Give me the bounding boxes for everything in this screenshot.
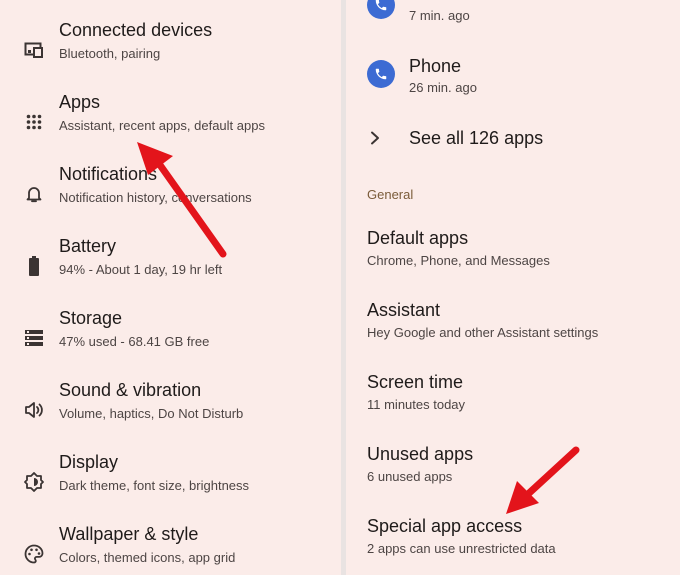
settings-item-subtitle: 94% - About 1 day, 19 hr left [59, 262, 223, 277]
settings-item-title: Wallpaper & style [59, 524, 199, 544]
settings-item-subtitle: 6 unused apps [367, 469, 453, 484]
settings-item-special-app-access[interactable]: Special app access 2 apps can use unrest… [346, 510, 680, 575]
settings-item-sound[interactable]: Sound & vibration Volume, haptics, Do No… [0, 374, 341, 446]
battery-icon [22, 254, 46, 278]
settings-item-subtitle: Colors, themed icons, app grid [59, 550, 236, 565]
settings-item-title: Screen time [367, 372, 464, 392]
settings-item-title: Unused apps [367, 444, 474, 464]
settings-item-title: Notifications [59, 164, 158, 184]
see-all-apps-label: See all 126 apps [409, 128, 544, 148]
settings-item-assistant[interactable]: Assistant Hey Google and other Assistant… [346, 294, 680, 366]
settings-item-display[interactable]: Display Dark theme, font size, brightnes… [0, 446, 341, 518]
settings-item-title: Battery [59, 236, 117, 256]
settings-item-subtitle: 47% used - 68.41 GB free [59, 334, 210, 349]
settings-item-wallpaper[interactable]: Wallpaper & style Colors, themed icons, … [0, 518, 341, 575]
palette-icon [22, 542, 46, 566]
see-all-apps-button[interactable]: See all 126 apps [346, 122, 680, 158]
settings-item-subtitle: Chrome, Phone, and Messages [367, 253, 550, 268]
settings-item-notifications[interactable]: Notifications Notification history, conv… [0, 158, 341, 230]
recent-app-phone[interactable]: Phone 26 min. ago [346, 50, 680, 106]
settings-item-title: Storage [59, 308, 123, 328]
settings-item-subtitle: Assistant, recent apps, default apps [59, 118, 265, 133]
storage-icon [22, 326, 46, 350]
settings-item-title: Apps [59, 92, 101, 112]
settings-item-subtitle: Notification history, conversations [59, 190, 252, 205]
settings-item-title: Display [59, 452, 119, 472]
devices-icon [22, 38, 46, 62]
brightness-icon [22, 470, 46, 494]
apps-grid-icon [22, 110, 46, 134]
settings-item-unused-apps[interactable]: Unused apps 6 unused apps [346, 438, 680, 510]
settings-item-connected-devices[interactable]: Connected devices Bluetooth, pairing [0, 14, 341, 86]
phone-app-icon [367, 0, 395, 19]
settings-item-title: Special app access [367, 516, 523, 536]
recent-app-time: 26 min. ago [409, 80, 477, 95]
settings-item-storage[interactable]: Storage 47% used - 68.41 GB free [0, 302, 341, 374]
settings-item-battery[interactable]: Battery 94% - About 1 day, 19 hr left [0, 230, 341, 302]
settings-item-subtitle: Bluetooth, pairing [59, 46, 161, 61]
settings-list-panel: Connected devices Bluetooth, pairing App… [0, 0, 341, 575]
settings-item-title: Default apps [367, 228, 469, 248]
section-header-general: General [367, 187, 414, 202]
bell-icon [22, 182, 46, 206]
settings-item-screen-time[interactable]: Screen time 11 minutes today [346, 366, 680, 438]
settings-item-apps[interactable]: Apps Assistant, recent apps, default app… [0, 86, 341, 158]
phone-app-icon [367, 60, 395, 88]
settings-item-subtitle: Volume, haptics, Do Not Disturb [59, 406, 244, 421]
settings-item-title: Sound & vibration [59, 380, 202, 400]
settings-item-subtitle: 11 minutes today [367, 397, 466, 412]
recent-app-row[interactable]: 7 min. ago [346, 0, 680, 23]
apps-settings-panel: 7 min. ago Phone 26 min. ago See all 126… [346, 0, 680, 575]
settings-item-title: Connected devices [59, 20, 213, 40]
settings-item-subtitle: 2 apps can use unrestricted data [367, 541, 556, 556]
recent-app-name: Phone [409, 56, 462, 76]
speaker-icon [22, 398, 46, 422]
settings-item-default-apps[interactable]: Default apps Chrome, Phone, and Messages [346, 222, 680, 294]
settings-item-subtitle: Dark theme, font size, brightness [59, 478, 250, 493]
recent-app-time: 7 min. ago [409, 8, 470, 23]
chevron-right-icon [370, 131, 380, 150]
settings-item-subtitle: Hey Google and other Assistant settings [367, 325, 599, 340]
settings-item-title: Assistant [367, 300, 441, 320]
